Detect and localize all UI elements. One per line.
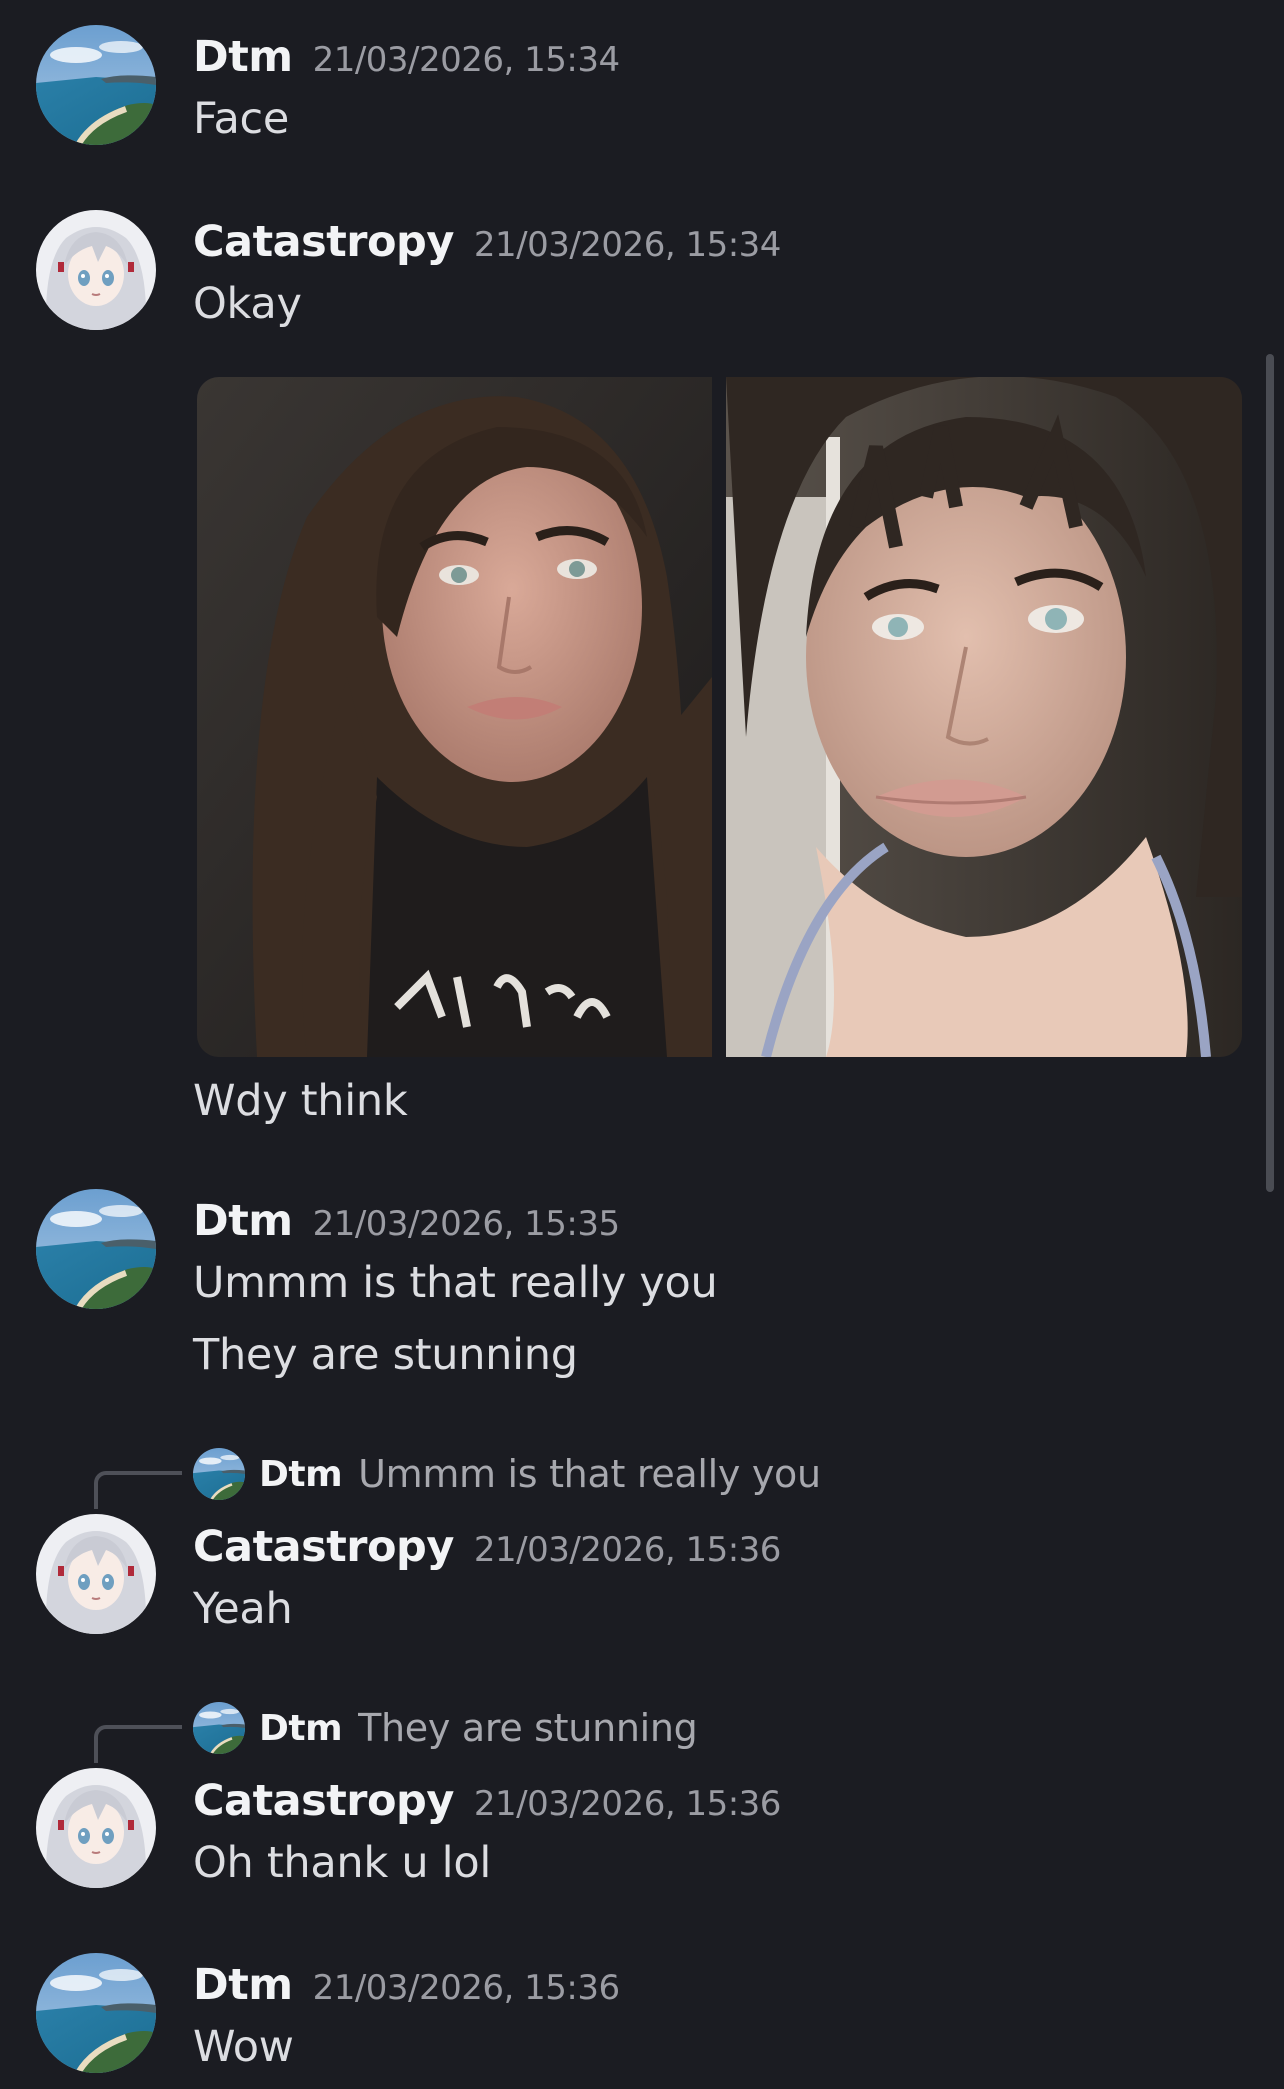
reply-text[interactable]: Ummm is that really you — [358, 1452, 821, 1496]
author-name[interactable]: Catastropy — [193, 217, 454, 267]
author-name[interactable]: Catastropy — [193, 1522, 454, 1572]
reply-reference[interactable]: Dtm Ummm is that really you — [193, 1447, 821, 1501]
message-timestamp: 21/03/2026, 15:36 — [473, 1530, 782, 1570]
anime-girl-avatar-icon — [36, 1768, 156, 1888]
anime-girl-avatar-icon — [36, 1514, 156, 1634]
image-attachments — [197, 377, 1242, 1057]
reply-author[interactable]: Dtm — [259, 1708, 343, 1749]
beach-avatar-icon — [36, 1953, 156, 2073]
reply-spine — [94, 1471, 182, 1509]
beach-avatar-icon — [193, 1448, 245, 1500]
message-author[interactable]: Catastropy 21/03/2026, 15:36 — [193, 1776, 781, 1826]
beach-avatar-icon — [36, 25, 156, 145]
scrollbar[interactable] — [1266, 354, 1274, 1192]
message-text: Oh thank u lol — [193, 1838, 491, 1888]
author-name[interactable]: Dtm — [193, 1196, 293, 1246]
message-text: Wdy think — [193, 1076, 408, 1126]
user-avatar[interactable] — [36, 210, 156, 330]
message-author[interactable]: Catastropy 21/03/2026, 15:36 — [193, 1522, 781, 1572]
message-author[interactable]: Catastropy 21/03/2026, 15:34 — [193, 217, 781, 267]
user-avatar[interactable] — [36, 1953, 156, 2073]
anime-girl-avatar-icon — [36, 210, 156, 330]
reply-avatar — [193, 1448, 245, 1500]
user-avatar[interactable] — [36, 25, 156, 145]
reply-avatar — [193, 1702, 245, 1754]
message-author[interactable]: Dtm 21/03/2026, 15:36 — [193, 1960, 620, 2010]
message-timestamp: 21/03/2026, 15:36 — [312, 1968, 621, 2008]
message-text: Wow — [193, 2022, 294, 2072]
user-avatar[interactable] — [36, 1189, 156, 1309]
message-timestamp: 21/03/2026, 15:34 — [312, 40, 621, 80]
message-timestamp: 21/03/2026, 15:35 — [312, 1204, 621, 1244]
reply-text[interactable]: They are stunning — [358, 1706, 698, 1750]
beach-avatar-icon — [193, 1702, 245, 1754]
message-text: Face — [193, 94, 290, 144]
message-timestamp: 21/03/2026, 15:36 — [473, 1784, 782, 1824]
beach-avatar-icon — [36, 1189, 156, 1309]
author-name[interactable]: Dtm — [193, 32, 293, 82]
message-text: Okay — [193, 279, 302, 329]
message-author[interactable]: Dtm 21/03/2026, 15:35 — [193, 1196, 620, 1246]
message-timestamp: 21/03/2026, 15:34 — [473, 225, 782, 265]
reply-author[interactable]: Dtm — [259, 1454, 343, 1495]
image-attachment[interactable] — [726, 377, 1242, 1057]
photo-selfie-1 — [197, 377, 712, 1057]
reply-reference[interactable]: Dtm They are stunning — [193, 1701, 698, 1755]
photo-selfie-2 — [726, 377, 1242, 1057]
user-avatar[interactable] — [36, 1768, 156, 1888]
image-attachment[interactable] — [197, 377, 712, 1057]
message-text: Yeah — [193, 1584, 293, 1634]
user-avatar[interactable] — [36, 1514, 156, 1634]
author-name[interactable]: Dtm — [193, 1960, 293, 2010]
message-author[interactable]: Dtm 21/03/2026, 15:34 — [193, 32, 620, 82]
message-text: Ummm is that really you — [193, 1258, 718, 1308]
author-name[interactable]: Catastropy — [193, 1776, 454, 1826]
reply-spine — [94, 1725, 182, 1763]
message-text: They are stunning — [193, 1330, 578, 1380]
